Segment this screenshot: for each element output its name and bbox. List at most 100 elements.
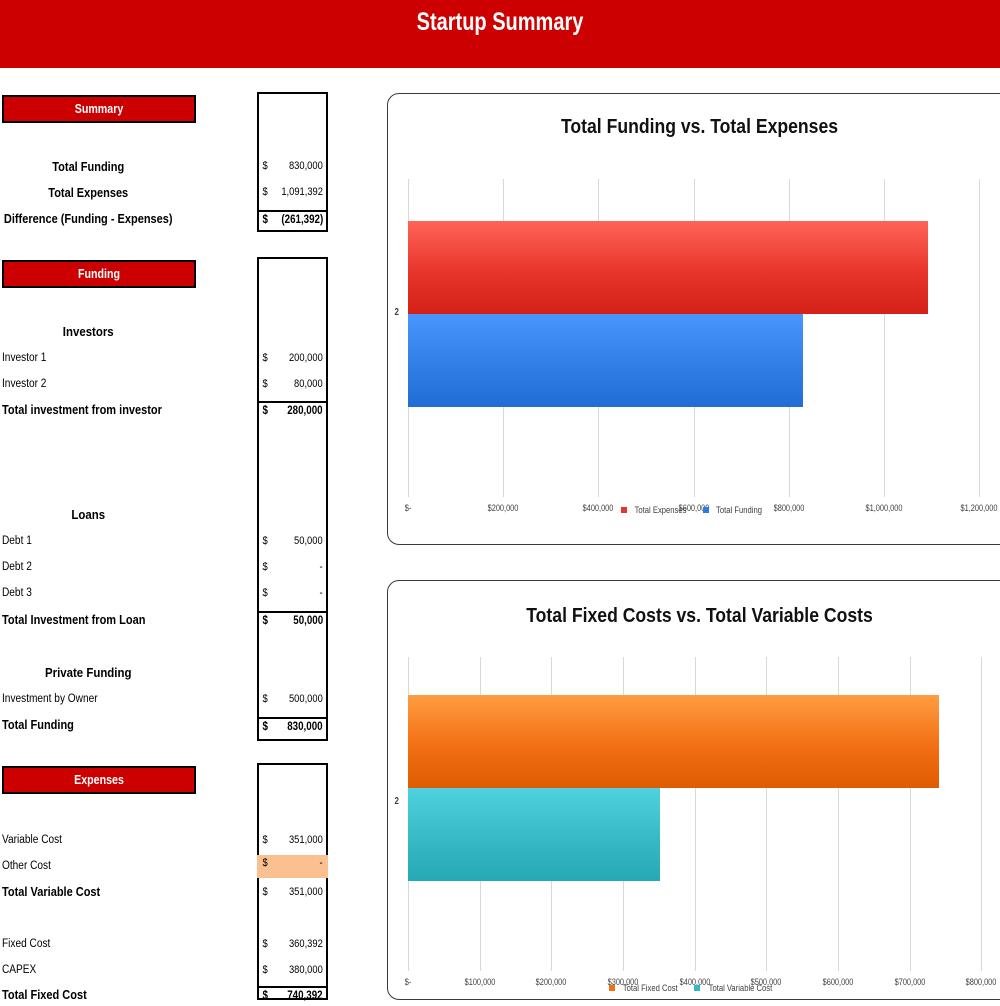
value-difference: $ (261,392) bbox=[257, 210, 328, 230]
currency-symbol: $ bbox=[262, 857, 268, 869]
currency-symbol: $ bbox=[262, 561, 268, 573]
legend-label: Total Fixed Cost bbox=[622, 982, 678, 993]
value-text: 360,392 bbox=[289, 938, 323, 950]
row-label-debt-1: Debt 1 bbox=[2, 535, 32, 547]
legend-label: Total Variable Cost bbox=[708, 982, 773, 993]
currency-symbol: $ bbox=[262, 834, 268, 846]
chart-bar-total-funding[interactable] bbox=[408, 314, 804, 407]
funding-value-box bbox=[257, 257, 328, 741]
legend-swatch-icon bbox=[620, 506, 627, 513]
row-label-debt-2: Debt 2 bbox=[2, 561, 32, 573]
section-header-expenses-label: Expenses bbox=[74, 772, 124, 787]
row-label-total-funding: Total Funding bbox=[52, 160, 125, 174]
value-total-expenses: $ 1,091,392 bbox=[257, 184, 328, 201]
row-label-total-investment-investor: Total investment from investor bbox=[2, 403, 162, 417]
value-text: 280,000 bbox=[287, 405, 323, 417]
value-text: - bbox=[319, 561, 323, 573]
row-label-capex: CAPEX bbox=[2, 964, 37, 976]
currency-symbol: $ bbox=[262, 405, 268, 417]
value-text: - bbox=[319, 587, 323, 599]
subheading-private-funding: Private Funding bbox=[45, 665, 132, 680]
value-variable-cost: $ 351,000 bbox=[257, 832, 328, 849]
value-total-investment-investor: $ 280,000 bbox=[257, 401, 328, 421]
value-other-cost: $ - bbox=[257, 855, 328, 878]
chart-bar-total-variable-cost[interactable] bbox=[408, 788, 660, 881]
section-header-summary-label: Summary bbox=[74, 101, 124, 116]
value-text: 830,000 bbox=[287, 721, 323, 733]
row-label-total-fixed-cost: Total Fixed Cost bbox=[2, 988, 87, 1002]
currency-symbol: $ bbox=[262, 352, 268, 364]
chart-y-category-label: 2 bbox=[394, 796, 400, 807]
currency-symbol: $ bbox=[262, 160, 268, 172]
legend-label: Total Expenses bbox=[634, 504, 687, 515]
value-total-investment-loan: $ 50,000 bbox=[257, 611, 328, 631]
chart-gridline bbox=[979, 179, 981, 497]
subheading-loans: Loans bbox=[71, 507, 106, 522]
row-label-other-cost: Other Cost bbox=[2, 860, 51, 872]
value-investor-2: $ 80,000 bbox=[257, 376, 328, 393]
value-text: 50,000 bbox=[294, 535, 323, 547]
page-header: Startup Summary bbox=[0, 0, 1000, 68]
section-header-funding: Funding bbox=[2, 260, 196, 288]
value-text: 1,091,392 bbox=[281, 186, 323, 198]
row-label-total-investment-loan: Total Investment from Loan bbox=[2, 613, 146, 627]
currency-symbol: $ bbox=[262, 964, 268, 976]
value-total-variable-cost: $ 351,000 bbox=[257, 884, 328, 901]
row-label-total-funding-2: Total Funding bbox=[2, 718, 74, 732]
legend-label: Total Funding bbox=[716, 504, 762, 515]
currency-symbol: $ bbox=[262, 990, 268, 1002]
value-investor-1: $ 200,000 bbox=[257, 350, 328, 367]
currency-symbol: $ bbox=[262, 378, 268, 390]
row-label-debt-3: Debt 3 bbox=[2, 587, 32, 599]
legend-swatch-icon bbox=[608, 984, 615, 991]
chart-y-category-label: 2 bbox=[394, 307, 400, 318]
value-fixed-cost: $ 360,392 bbox=[257, 936, 328, 953]
value-investment-by-owner: $ 500,000 bbox=[257, 691, 328, 708]
chart-total-funding-vs-total-expenses[interactable]: Total Funding vs. Total Expenses $- $200,… bbox=[387, 93, 1000, 545]
chart-title: Total Fixed Costs vs. Total Variable Cos… bbox=[526, 605, 873, 627]
chart-legend[interactable]: Total Expenses Total Funding bbox=[388, 504, 1000, 515]
currency-symbol: $ bbox=[262, 938, 268, 950]
currency-symbol: $ bbox=[262, 721, 268, 733]
value-capex: $ 380,000 bbox=[257, 962, 328, 979]
value-debt-1: $ 50,000 bbox=[257, 533, 328, 550]
section-header-summary: Summary bbox=[2, 95, 196, 123]
value-text: (261,392) bbox=[281, 214, 323, 226]
chart-plot-area: $- $200,000 $400,000 $600,000 $800,000 $1,000… bbox=[405, 179, 1000, 513]
section-header-funding-label: Funding bbox=[77, 266, 121, 281]
value-text: 351,000 bbox=[289, 886, 323, 898]
chart-bar-total-expenses[interactable] bbox=[408, 221, 928, 314]
value-total-fixed-cost: $ 740,392 bbox=[257, 986, 328, 1006]
value-total-funding: $ 830,000 bbox=[257, 158, 328, 175]
currency-symbol: $ bbox=[262, 886, 268, 898]
chart-gridline bbox=[981, 657, 983, 971]
row-label-investment-by-owner: Investment by Owner bbox=[2, 693, 98, 705]
value-text: 351,000 bbox=[289, 834, 323, 846]
legend-swatch-icon bbox=[694, 984, 701, 991]
chart-total-fixed-vs-total-variable-costs[interactable]: Total Fixed Costs vs. Total Variable Cos… bbox=[387, 580, 1000, 1000]
currency-symbol: $ bbox=[262, 186, 268, 198]
subheading-investors: Investors bbox=[62, 324, 114, 339]
value-debt-2: $ - bbox=[257, 559, 328, 576]
legend-swatch-icon bbox=[703, 506, 709, 513]
row-label-investor-2: Investor 2 bbox=[2, 378, 47, 390]
value-total-funding-2: $ 830,000 bbox=[257, 717, 328, 737]
row-label-difference: Difference (Funding - Expenses) bbox=[3, 212, 173, 226]
chart-plot-area: $- $100,000 $200,000 $300,000 $400,000 $500,0… bbox=[405, 657, 1000, 987]
currency-symbol: $ bbox=[262, 587, 268, 599]
currency-symbol: $ bbox=[262, 535, 268, 547]
value-debt-3: $ - bbox=[257, 585, 328, 602]
value-text: 380,000 bbox=[289, 964, 323, 976]
section-header-expenses: Expenses bbox=[2, 766, 196, 794]
value-text: 50,000 bbox=[293, 615, 323, 627]
value-text: - bbox=[319, 857, 323, 869]
value-text: 80,000 bbox=[294, 378, 323, 390]
chart-bar-total-fixed-cost[interactable] bbox=[408, 695, 939, 788]
currency-symbol: $ bbox=[262, 693, 268, 705]
row-label-total-expenses: Total Expenses bbox=[48, 186, 129, 200]
row-label-investor-1: Investor 1 bbox=[2, 352, 47, 364]
value-text: 200,000 bbox=[289, 352, 323, 364]
value-text: 830,000 bbox=[289, 160, 323, 172]
row-label-total-variable-cost: Total Variable Cost bbox=[2, 885, 101, 899]
chart-legend[interactable]: Total Fixed Cost Total Variable Cost bbox=[388, 982, 1000, 993]
